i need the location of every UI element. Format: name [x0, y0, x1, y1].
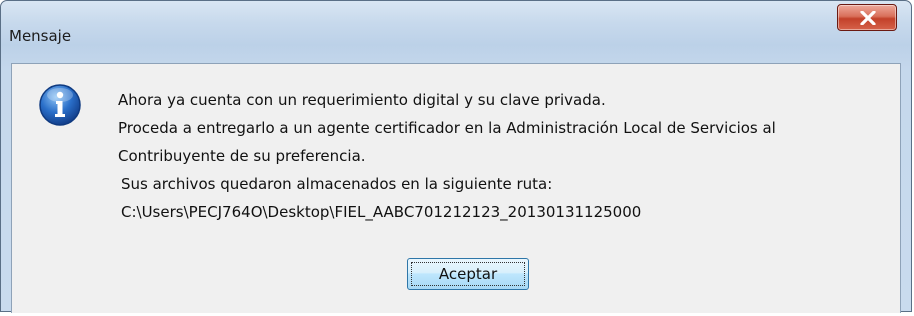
window-title: Mensaje [9, 27, 72, 45]
message-line: Sus archivos quedaron almacenados en la … [121, 175, 553, 193]
close-button[interactable] [837, 4, 897, 31]
information-icon [39, 84, 81, 126]
close-x-icon [860, 11, 876, 25]
message-dialog: Mensaje Ahora ya cuenta con un requerimi… [0, 0, 912, 313]
message-line: Ahora ya cuenta con un requerimiento dig… [118, 91, 606, 109]
accept-button-label: Aceptar [411, 262, 525, 286]
message-text: Ahora ya cuenta con un requerimiento dig… [118, 86, 776, 226]
file-path: C:\Users\PECJ764O\Desktop\FIEL_AABC70121… [121, 203, 642, 221]
accept-button[interactable]: Aceptar [407, 258, 529, 290]
message-line: Contribuyente de su preferencia. [118, 147, 366, 165]
message-line: Proceda a entregarlo a un agente certifi… [118, 119, 776, 137]
title-bar[interactable]: Mensaje [1, 1, 911, 51]
dialog-content: Ahora ya cuenta con un requerimiento dig… [11, 63, 901, 313]
